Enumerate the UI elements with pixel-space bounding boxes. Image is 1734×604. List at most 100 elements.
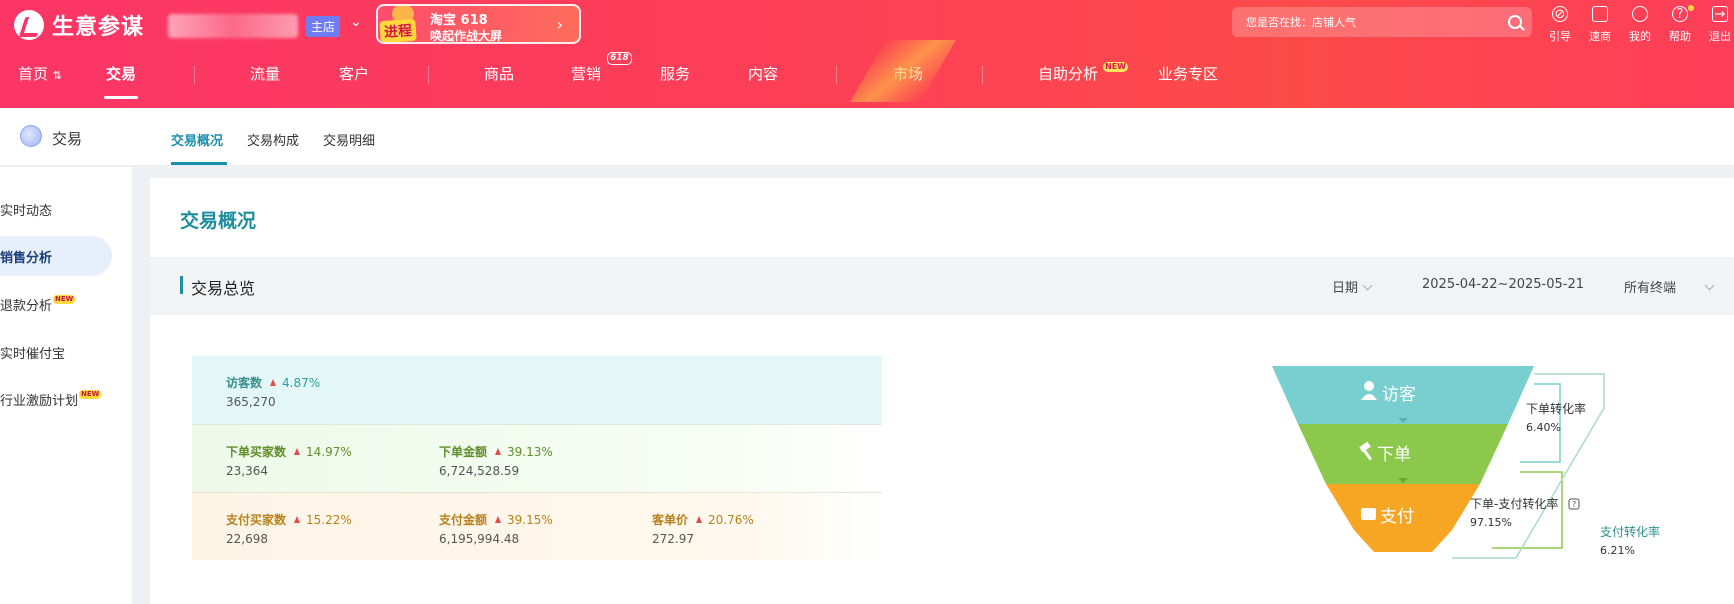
metrics-row-orders: 下单买家数 14.97% 23,364 下单金额 39.13% 6,724,528.…	[192, 424, 882, 492]
metric-avg-price[interactable]: 客单价 20.76% 272.97	[652, 509, 754, 546]
metric-change: 39.13%	[507, 445, 553, 459]
funnel-label-orders: 下单	[1377, 445, 1411, 465]
nav-business-zone[interactable]: 业务专区	[1158, 63, 1218, 84]
section-title: 交易	[52, 130, 83, 148]
sidebar-item-industry-incentive[interactable]: 行业激励计划 NEW	[0, 379, 112, 419]
sidebar: 实时动态 销售分析 退款分析 NEW 实时催付宝 行业激励计划 NEW	[0, 167, 132, 604]
guide-label: 引导	[1549, 30, 1571, 43]
nav-customer[interactable]: 客户	[339, 63, 369, 84]
sidebar-item-refund-analysis[interactable]: 退款分析 NEW	[0, 284, 112, 324]
overview-title: 交易总览	[191, 279, 256, 298]
help-button[interactable]: ? 帮助	[1660, 2, 1700, 44]
metric-pay-amount[interactable]: 支付金额 39.15% 6,195,994.48	[439, 509, 553, 546]
funnel-label-payments: 支付	[1380, 507, 1414, 527]
metric-change: 15.22%	[306, 513, 352, 527]
help-icon: ?	[1672, 6, 1688, 22]
metric-change: 39.15%	[507, 513, 553, 527]
sub-header: 交易 交易概况 交易构成 交易明细	[0, 108, 1734, 166]
metric-order-buyers[interactable]: 下单买家数 14.97% 23,364	[226, 441, 352, 478]
metric-value: 6,195,994.48	[439, 532, 520, 546]
metric-pay-buyers[interactable]: 支付买家数 15.22% 22,698	[226, 509, 352, 546]
tab-trade-detail[interactable]: 交易明细	[323, 130, 375, 149]
date-filter[interactable]: 日期	[1332, 277, 1373, 296]
chevron-down-icon[interactable]	[1704, 280, 1715, 291]
page-title: 交易概况	[180, 210, 257, 232]
new-tag: NEW	[53, 294, 76, 304]
app-logo[interactable]: 生意参谋	[14, 9, 144, 41]
store-dropdown-chevron-icon[interactable]: ⌄	[350, 14, 362, 30]
rate3-value: 6.21%	[1600, 544, 1635, 557]
metric-name: 下单金额	[439, 445, 488, 459]
nav-service[interactable]: 服务	[660, 63, 690, 84]
promo-banner[interactable]: 进程 淘宝 618 唤起作战大屏 ›	[376, 4, 581, 44]
metric-value: 272.97	[652, 532, 694, 546]
nav-product[interactable]: 商品	[484, 63, 514, 84]
search-box[interactable]: 您是否在找：店铺人气	[1232, 7, 1532, 37]
arrow-up-icon	[696, 516, 703, 523]
logout-label: 退出	[1709, 30, 1731, 43]
metric-name: 下单买家数	[226, 445, 287, 459]
shop-icon	[1592, 6, 1608, 22]
compass-icon: ⊘	[1552, 6, 1568, 22]
metric-change: 14.97%	[306, 445, 352, 459]
date-range[interactable]: 2025-04-22~2025-05-21	[1422, 277, 1584, 292]
tab-trade-composition[interactable]: 交易构成	[247, 130, 299, 149]
metric-name: 支付金额	[439, 513, 488, 527]
arrow-up-icon	[270, 379, 277, 386]
rate2-label: 下单-支付转化率	[1470, 496, 1558, 511]
funnel-label-visitors: 访客	[1382, 385, 1416, 405]
metrics-row-visitors: 访客数 4.87% 365,270	[192, 356, 882, 424]
logout-icon: →	[1712, 6, 1728, 22]
terminal-filter-label: 所有终端	[1624, 281, 1677, 296]
search-input[interactable]: 您是否在找：店铺人气	[1246, 14, 1508, 30]
rate2-value: 97.15%	[1470, 516, 1512, 529]
rate3-label: 支付转化率	[1600, 524, 1660, 539]
metric-visitors[interactable]: 访客数 4.87% 365,270	[226, 372, 320, 409]
wallet-icon	[1361, 508, 1376, 520]
nav-divider	[982, 66, 983, 84]
trade-section-icon	[20, 125, 42, 147]
top-header: 生意参谋 主店 ⌄ 进程 淘宝 618 唤起作战大屏 › 您是否在找：店铺人气 …	[0, 0, 1734, 108]
store-name-blurred[interactable]	[168, 14, 298, 38]
nav-active-indicator	[104, 96, 138, 99]
nav-trade[interactable]: 交易	[106, 63, 136, 84]
nav-marketing[interactable]: 营销	[571, 63, 601, 84]
rate1-value: 6.40%	[1526, 421, 1561, 434]
sidebar-item-label: 销售分析	[0, 250, 53, 266]
sidebar-item-realtime[interactable]: 实时动态	[0, 189, 112, 229]
sidebar-item-label: 行业激励计划	[0, 393, 79, 409]
marketing-618-tag: 618	[607, 52, 632, 65]
sidebar-item-payment-reminder[interactable]: 实时催付宝	[0, 332, 112, 372]
promo-title: 淘宝 618	[430, 13, 488, 28]
metric-change: 20.76%	[708, 513, 754, 527]
user-icon	[1632, 6, 1648, 22]
nav-home-suffix: ⇅	[52, 69, 63, 82]
guide-button[interactable]: ⊘ 引导	[1540, 2, 1580, 44]
help-icon-glyph: ?	[1572, 500, 1576, 509]
nav-traffic[interactable]: 流量	[250, 63, 280, 84]
metric-order-amount[interactable]: 下单金额 39.13% 6,724,528.59	[439, 441, 553, 478]
logo-text: 生意参谋	[52, 15, 145, 40]
nav-self-analysis[interactable]: 自助分析	[1038, 63, 1098, 84]
my-button[interactable]: 我的	[1620, 2, 1660, 44]
nav-divider	[836, 66, 837, 84]
rate1-label: 下单转化率	[1526, 401, 1586, 416]
nav-home-label: 首页	[18, 65, 49, 83]
sidebar-item-sales-analysis[interactable]: 销售分析	[0, 236, 112, 276]
header-icon-group: ⊘ 引导 速商 我的 ? 帮助 → 退出	[1540, 2, 1734, 44]
logout-button[interactable]: → 退出	[1700, 2, 1734, 44]
conversion-funnel: 访客 下单 支付 下单转化率 6.40% 下单-支付转化率 ? 97.15% 支…	[1272, 366, 1660, 559]
nav-content[interactable]: 内容	[748, 63, 778, 84]
nav-home[interactable]: 首页 ⇅	[18, 63, 62, 84]
terminal-filter[interactable]: 所有终端	[1624, 277, 1676, 296]
sidebar-item-label: 实时催付宝	[0, 346, 66, 362]
shop-button[interactable]: 速商	[1580, 2, 1620, 44]
tab-trade-overview[interactable]: 交易概况	[171, 130, 223, 149]
metrics-row-payments: 支付买家数 15.22% 22,698 支付金额 39.15% 6,195,994.…	[192, 492, 882, 560]
promo-subtitle: 唤起作战大屏	[430, 29, 503, 43]
metric-value: 6,724,528.59	[439, 464, 520, 478]
search-icon[interactable]	[1508, 15, 1522, 29]
shop-label: 速商	[1589, 30, 1611, 43]
metric-value: 22,698	[226, 532, 268, 546]
metric-name: 客单价	[652, 513, 689, 527]
